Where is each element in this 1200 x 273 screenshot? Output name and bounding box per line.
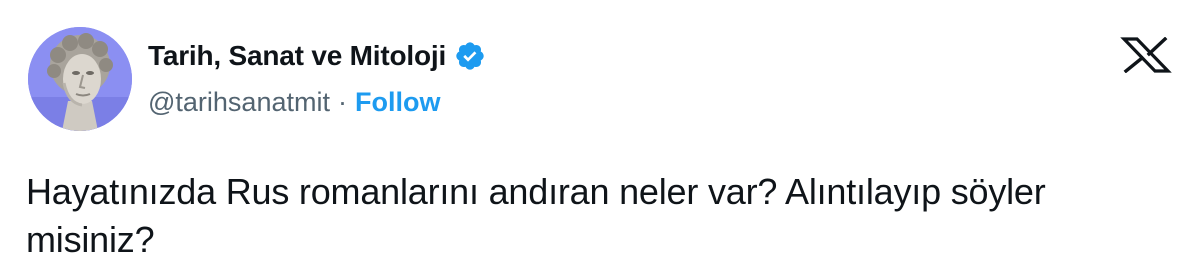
x-logo-icon[interactable] (1120, 37, 1172, 73)
author-handle[interactable]: @tarihsanatmit (148, 87, 330, 118)
follow-button[interactable]: Follow (355, 87, 440, 118)
tweet-text: Hayatınızda Rus romanlarını andıran nele… (26, 171, 1046, 260)
display-name[interactable]: Tarih, Sanat ve Mitoloji (148, 40, 446, 72)
handle-row: @tarihsanatmit · Follow (148, 82, 486, 122)
david-statue-avatar-icon (28, 27, 132, 131)
verified-badge-icon (456, 42, 484, 70)
tweet-header: Tarih, Sanat ve Mitoloji @tarihsanatmit … (28, 24, 486, 134)
author-identity: Tarih, Sanat ve Mitoloji @tarihsanatmit … (148, 36, 486, 122)
name-row: Tarih, Sanat ve Mitoloji (148, 36, 486, 76)
separator-dot: · (337, 86, 347, 117)
avatar[interactable] (28, 27, 132, 131)
tweet-card: Tarih, Sanat ve Mitoloji @tarihsanatmit … (0, 0, 1200, 273)
